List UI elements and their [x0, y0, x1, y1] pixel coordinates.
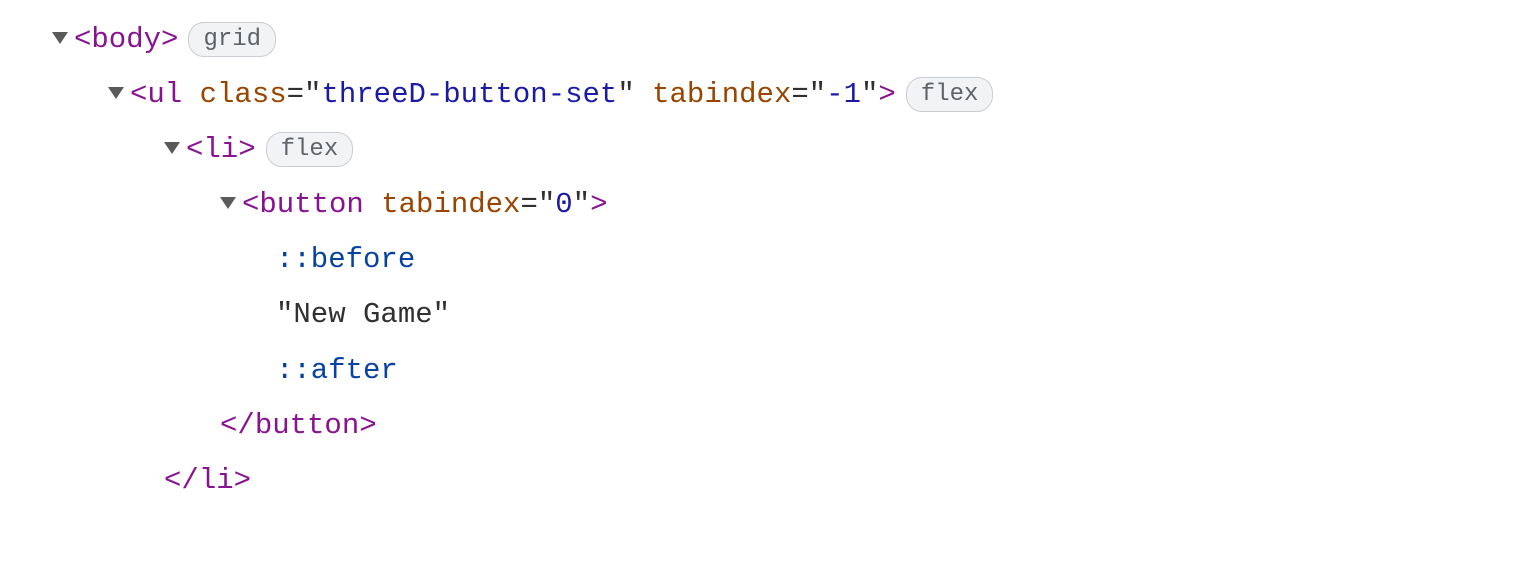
tag-close-bracket: > — [238, 122, 255, 177]
tag-close-close-bracket: > — [234, 453, 251, 508]
pseudo-element-label: ::before — [276, 232, 415, 287]
tag-open-bracket: < — [130, 67, 147, 122]
dom-node-body[interactable]: <body> grid — [20, 12, 1506, 67]
tag-name: body — [91, 12, 161, 67]
dom-node-li[interactable]: <li> flex — [20, 122, 1506, 177]
tag-name: li — [203, 122, 238, 177]
dom-node-li-close[interactable]: </li> — [20, 453, 1506, 508]
expand-toggle-icon[interactable] — [220, 197, 236, 209]
tag-open-bracket: < — [74, 12, 91, 67]
tag-close-close-bracket: > — [359, 398, 376, 453]
pseudo-after[interactable]: ::after — [20, 343, 1506, 398]
attr-end: " — [861, 67, 878, 122]
pseudo-before[interactable]: ::before — [20, 232, 1506, 287]
tag-name: button — [255, 398, 359, 453]
layout-badge-flex[interactable]: flex — [906, 77, 994, 112]
tag-close-bracket: > — [590, 177, 607, 232]
attr-end: " — [573, 177, 590, 232]
tag-open-bracket: < — [186, 122, 203, 177]
expand-toggle-icon[interactable] — [164, 142, 180, 154]
attr-value-tabindex: -1 — [826, 67, 861, 122]
attr-value-tabindex: 0 — [555, 177, 572, 232]
tag-name: ul — [147, 67, 182, 122]
attr-eq: =" — [791, 67, 826, 122]
attr-value-class: threeD-button-set — [321, 67, 617, 122]
dom-node-ul[interactable]: <ul class="threeD-button-set" tabindex="… — [20, 67, 1506, 122]
layout-badge-grid[interactable]: grid — [188, 22, 276, 57]
tag-close-open-bracket: </ — [164, 453, 199, 508]
expand-toggle-icon[interactable] — [108, 87, 124, 99]
tag-open-bracket: < — [242, 177, 259, 232]
dom-node-button[interactable]: <button tabindex="0"> — [20, 177, 1506, 232]
expand-toggle-icon[interactable] — [52, 32, 68, 44]
attr-eq: =" — [520, 177, 555, 232]
dom-node-button-close[interactable]: </button> — [20, 398, 1506, 453]
layout-badge-flex[interactable]: flex — [266, 132, 354, 167]
tag-close-bracket: > — [878, 67, 895, 122]
tag-name: li — [199, 453, 234, 508]
tag-close-open-bracket: </ — [220, 398, 255, 453]
attr-eq: =" — [287, 67, 322, 122]
attr-end: " — [617, 67, 634, 122]
attr-name-tabindex: tabindex — [652, 67, 791, 122]
attr-name-tabindex: tabindex — [381, 177, 520, 232]
pseudo-element-label: ::after — [276, 343, 398, 398]
tag-close-bracket: > — [161, 12, 178, 67]
attr-name-class: class — [200, 67, 287, 122]
text-content: "New Game" — [276, 287, 450, 342]
text-node[interactable]: "New Game" — [20, 287, 1506, 342]
tag-name: button — [259, 177, 363, 232]
